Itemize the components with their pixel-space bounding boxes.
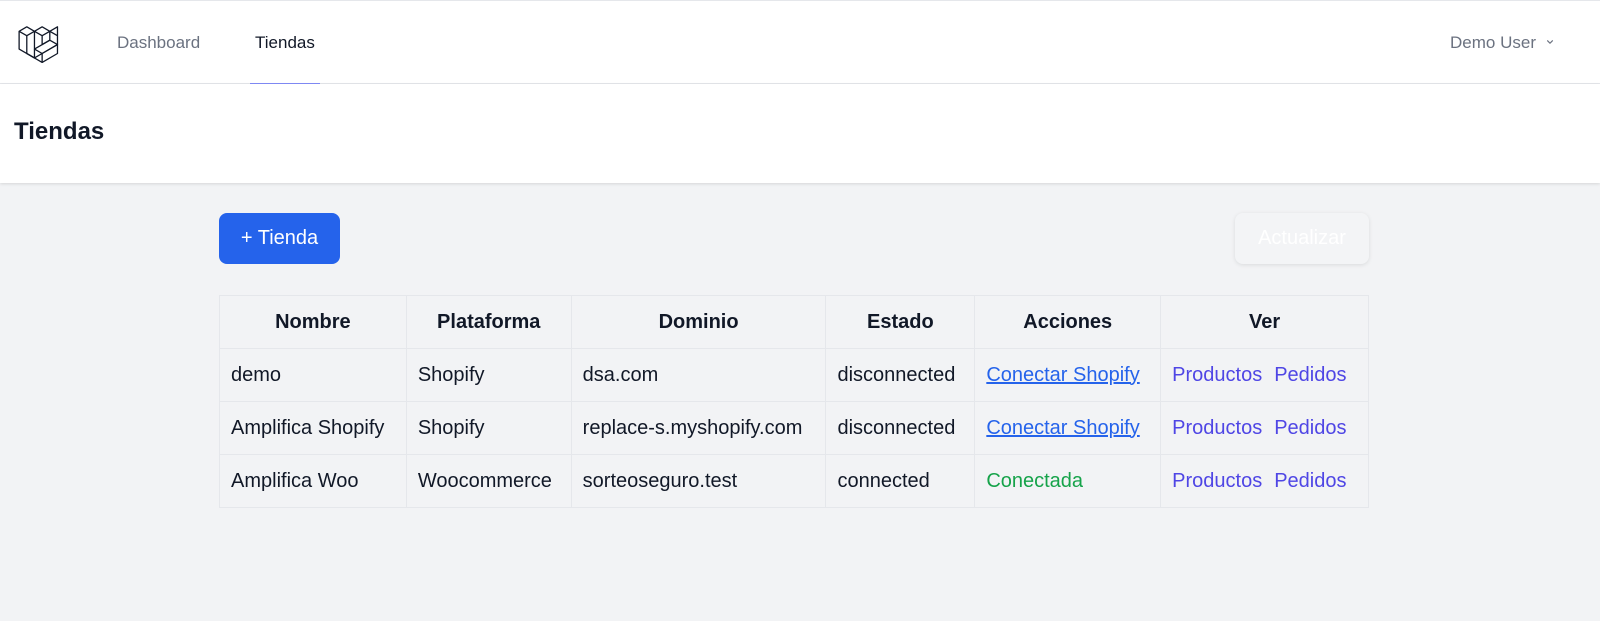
- cell-estado: disconnected: [825, 401, 976, 455]
- table-row: demo Shopify dsa.com disconnected Conect…: [219, 348, 1369, 402]
- user-menu[interactable]: Demo User: [1450, 1, 1556, 85]
- table-header-row: Nombre Plataforma Dominio Estado Accione…: [219, 295, 1369, 349]
- cell-plataforma: Woocommerce: [405, 454, 572, 508]
- top-navigation: Dashboard Tiendas Demo User: [0, 0, 1600, 86]
- cell-nombre: demo: [219, 348, 407, 402]
- stores-table: Nombre Plataforma Dominio Estado Accione…: [219, 295, 1369, 508]
- refresh-button[interactable]: Actualizar: [1235, 213, 1369, 264]
- pedidos-link[interactable]: Pedidos: [1274, 417, 1346, 439]
- nav-link-tiendas[interactable]: Tiendas: [250, 1, 320, 86]
- cell-ver: Productos Pedidos: [1160, 348, 1369, 402]
- connect-shopify-link[interactable]: Conectar Shopify: [986, 417, 1139, 439]
- nav-link-dashboard[interactable]: Dashboard: [117, 1, 200, 85]
- cell-acciones: Conectar Shopify: [974, 401, 1162, 455]
- cell-estado: disconnected: [825, 348, 976, 402]
- cell-plataforma: Shopify: [405, 401, 572, 455]
- column-header-nombre: Nombre: [219, 295, 407, 349]
- page-header: Tiendas: [0, 84, 1600, 183]
- productos-link[interactable]: Productos: [1172, 417, 1262, 439]
- connect-shopify-link[interactable]: Conectar Shopify: [986, 364, 1139, 386]
- connected-status-text: Conectada: [986, 469, 1084, 492]
- chevron-down-icon: [1544, 33, 1556, 53]
- column-header-estado: Estado: [825, 295, 976, 349]
- add-store-button[interactable]: + Tienda: [219, 213, 340, 264]
- cell-dominio: replace-s.myshopify.com: [570, 401, 827, 455]
- table-row: Amplifica Woo Woocommerce sorteoseguro.t…: [219, 454, 1369, 508]
- column-header-acciones: Acciones: [974, 295, 1162, 349]
- cell-nombre: Amplifica Woo: [219, 454, 407, 508]
- cell-ver: Productos Pedidos: [1160, 454, 1369, 508]
- pedidos-link[interactable]: Pedidos: [1274, 470, 1346, 492]
- table-row: Amplifica Shopify Shopify replace-s.mysh…: [219, 401, 1369, 455]
- productos-link[interactable]: Productos: [1172, 470, 1262, 492]
- cell-estado: connected: [825, 454, 976, 508]
- cell-dominio: sorteoseguro.test: [570, 454, 827, 508]
- cell-ver: Productos Pedidos: [1160, 401, 1369, 455]
- productos-link[interactable]: Productos: [1172, 364, 1262, 386]
- column-header-dominio: Dominio: [570, 295, 827, 349]
- user-name: Demo User: [1450, 33, 1536, 52]
- laravel-logo-icon[interactable]: [17, 22, 60, 64]
- cell-dominio: dsa.com: [570, 348, 827, 402]
- cell-nombre: Amplifica Shopify: [219, 401, 407, 455]
- column-header-plataforma: Plataforma: [405, 295, 572, 349]
- page-title: Tiendas: [14, 118, 105, 145]
- cell-plataforma: Shopify: [405, 348, 572, 402]
- cell-acciones: Conectar Shopify: [974, 348, 1162, 402]
- column-header-ver: Ver: [1160, 295, 1369, 349]
- pedidos-link[interactable]: Pedidos: [1274, 364, 1346, 386]
- cell-acciones: Conectada: [974, 454, 1162, 508]
